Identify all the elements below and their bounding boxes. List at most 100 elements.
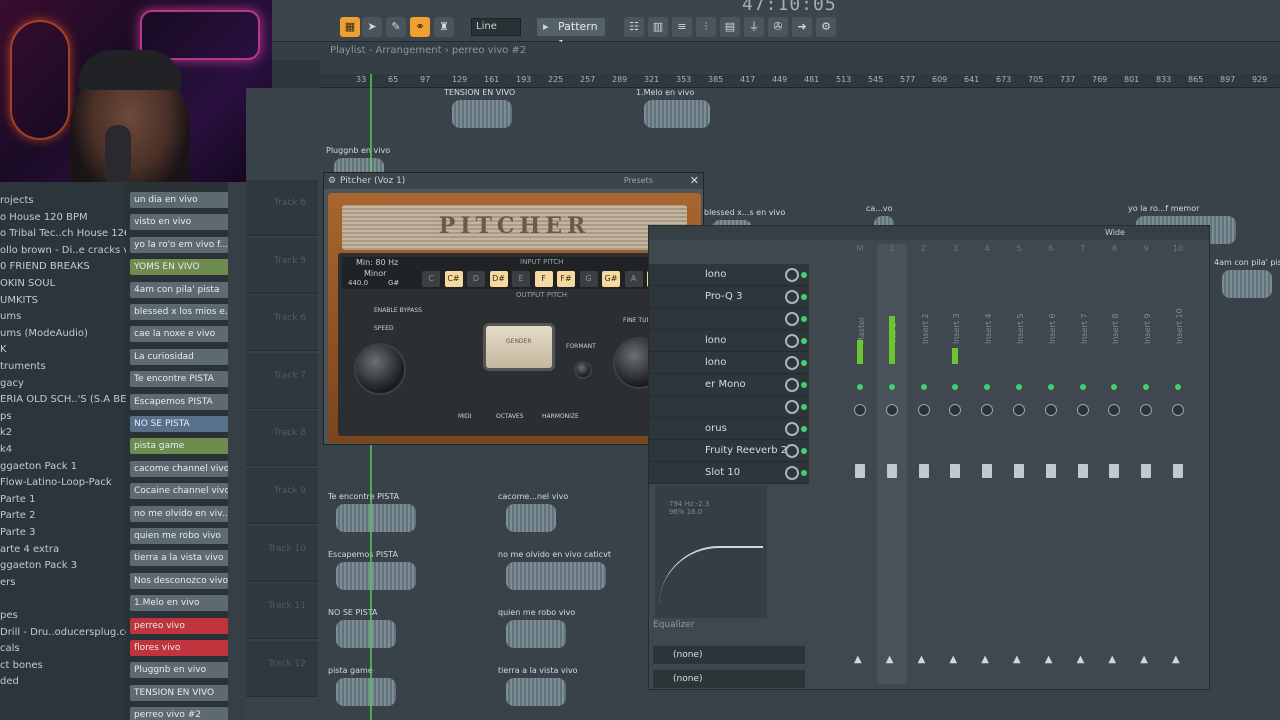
mix-knob[interactable] — [785, 378, 799, 392]
slot-enable-led[interactable] — [801, 382, 807, 388]
browser-item[interactable]: OKIN SOUL — [0, 278, 55, 289]
audio-clip[interactable]: cacome...nel vivo — [496, 492, 576, 536]
formant-button[interactable] — [574, 361, 592, 379]
playlist-icon[interactable]: ▦ — [340, 17, 360, 37]
track-header[interactable]: Track 5 — [246, 237, 318, 294]
browser-item[interactable]: o House 120 BPM — [0, 212, 88, 223]
route-arrow-icon[interactable]: ▲ — [949, 654, 957, 665]
gender-meter[interactable]: GENDER — [483, 323, 555, 371]
route-arrow-icon[interactable]: ▲ — [1172, 654, 1180, 665]
slot-enable-led[interactable] — [801, 272, 807, 278]
mixer-layout-label[interactable]: Wide — [1105, 226, 1125, 240]
channel-rack-icon[interactable]: ≡ — [672, 17, 692, 37]
browser-item[interactable]: Parte 1 — [0, 494, 35, 505]
strip-enable-led[interactable] — [888, 384, 895, 390]
strip-enable-led[interactable] — [920, 384, 927, 390]
channel-button[interactable]: La curiosidad — [130, 348, 230, 365]
mixer-strip[interactable]: 6 Insert 6 ▲ — [1036, 244, 1066, 684]
browser-item[interactable]: ps — [0, 411, 12, 422]
pan-knob[interactable] — [917, 404, 930, 416]
mix-knob[interactable] — [785, 422, 799, 436]
channel-button[interactable]: quien me robo vivo — [130, 528, 230, 544]
mix-knob[interactable] — [785, 334, 799, 348]
speed-knob[interactable] — [354, 343, 406, 395]
strip-enable-led[interactable] — [1111, 384, 1118, 390]
pan-knob[interactable] — [885, 404, 898, 416]
channel-button[interactable]: blessed x los mios e... — [130, 304, 230, 320]
browser-item[interactable]: ums (ModeAudio) — [0, 328, 88, 339]
tab-octaves[interactable]: OCTAVES — [496, 413, 524, 420]
browser-item[interactable]: 0 FRIEND BREAKS — [0, 261, 90, 272]
browser-item[interactable]: pes — [0, 610, 18, 621]
mixer-strip[interactable]: 10 Insert 10 ▲ — [1163, 244, 1193, 684]
volume-fader[interactable] — [1014, 464, 1024, 478]
browser-item[interactable]: Parte 2 — [0, 510, 35, 521]
scale-select[interactable]: Minor — [364, 269, 386, 278]
effect-slot[interactable] — [649, 308, 809, 330]
pan-knob[interactable] — [1076, 404, 1089, 416]
mix-knob[interactable] — [785, 290, 799, 304]
audio-clip[interactable]: Te encontre PISTA — [326, 492, 436, 536]
route-arrow-icon[interactable]: ▲ — [918, 654, 926, 665]
equalizer-panel[interactable]: 794 Hz -2.3 96% 16.0 — [655, 486, 767, 618]
browser-item[interactable]: Parte 3 — [0, 527, 35, 538]
volume-fader[interactable] — [950, 464, 961, 478]
pan-knob[interactable] — [854, 404, 866, 416]
route-arrow-icon[interactable]: ▲ — [1013, 654, 1021, 665]
pan-knob[interactable] — [1108, 404, 1121, 416]
pan-knob[interactable] — [981, 404, 994, 416]
effect-slot[interactable] — [649, 396, 809, 418]
browser-item[interactable]: ers — [0, 577, 15, 588]
send-select[interactable]: (none) — [653, 670, 805, 688]
effect-slot[interactable]: lono — [649, 352, 809, 374]
browser-item[interactable]: Drill - Dru..oducersplug.com] — [0, 627, 145, 638]
strip-enable-led[interactable] — [1175, 384, 1181, 390]
audio-clip[interactable]: tierra a la vista vivo — [496, 666, 586, 710]
browser-item[interactable]: Flow-Latino-Loop-Pack — [0, 477, 112, 488]
audio-clip[interactable]: Escapemos PISTA — [326, 550, 436, 594]
pan-knob[interactable] — [949, 404, 962, 416]
effect-slot[interactable]: Slot 10 — [649, 462, 809, 484]
strip-enable-led[interactable] — [1079, 384, 1086, 390]
browser-item[interactable]: ggaeton Pack 1 — [0, 461, 77, 472]
key-toggle[interactable]: F# — [557, 271, 575, 287]
browser-item[interactable]: UMKITS — [0, 295, 38, 306]
channel-button[interactable]: YOMS EN VIVO — [130, 259, 230, 276]
browser-item[interactable]: ct bones — [0, 660, 43, 671]
key-toggle[interactable]: G — [579, 271, 598, 287]
plugin-icon[interactable]: ⏚ — [744, 17, 764, 37]
eq-curve[interactable] — [659, 546, 763, 606]
slot-enable-led[interactable] — [801, 426, 807, 432]
arrow-icon[interactable]: ➤ — [362, 17, 382, 37]
volume-fader[interactable] — [855, 464, 865, 478]
mixer-strip[interactable]: 5 Insert 5 ▲ — [1004, 244, 1034, 684]
key-value[interactable]: G# — [388, 279, 399, 287]
mix-knob[interactable] — [785, 466, 799, 480]
mix-knob[interactable] — [785, 356, 799, 370]
volume-fader[interactable] — [1045, 464, 1056, 478]
strip-enable-led[interactable] — [1143, 384, 1150, 390]
browser-item[interactable]: ums — [0, 311, 21, 322]
channel-button[interactable]: yo la ro'o em vivo f... — [130, 236, 230, 253]
track-header[interactable]: Track 10 — [246, 525, 318, 582]
effect-slot[interactable]: orus — [649, 418, 809, 440]
mixer-icon[interactable]: ☷ — [624, 17, 644, 37]
mixer-strip[interactable]: 2 Insert 2 ▲ — [909, 244, 939, 684]
channel-button[interactable]: NO SE PISTA — [130, 416, 230, 432]
browser-item[interactable]: ggaeton Pack 3 — [0, 560, 77, 571]
channel-button[interactable]: cacome channel vivo — [130, 460, 230, 477]
effect-slot[interactable]: er Mono — [649, 374, 809, 396]
channel-button[interactable]: flores vivo — [130, 640, 230, 656]
route-arrow-icon[interactable]: ▲ — [1108, 654, 1116, 665]
mixer-strip[interactable]: 9 Insert 9 ▲ — [1131, 244, 1161, 684]
settings-icon[interactable]: ⚙ — [816, 17, 836, 37]
mixer-strip[interactable]: 8 Insert 8 ▲ — [1099, 244, 1129, 684]
rack-scrollbar[interactable] — [228, 182, 246, 720]
key-toggle[interactable]: G# — [602, 271, 620, 287]
effect-slot[interactable]: lono — [649, 330, 809, 352]
slot-enable-led[interactable] — [801, 360, 807, 366]
mixer-strip[interactable]: M Master ▲ — [845, 244, 875, 684]
browser-item[interactable]: ded — [0, 676, 19, 687]
mixer-strip[interactable]: 3 Insert 3 ▲ — [940, 244, 970, 684]
strip-enable-led[interactable] — [1047, 384, 1054, 390]
